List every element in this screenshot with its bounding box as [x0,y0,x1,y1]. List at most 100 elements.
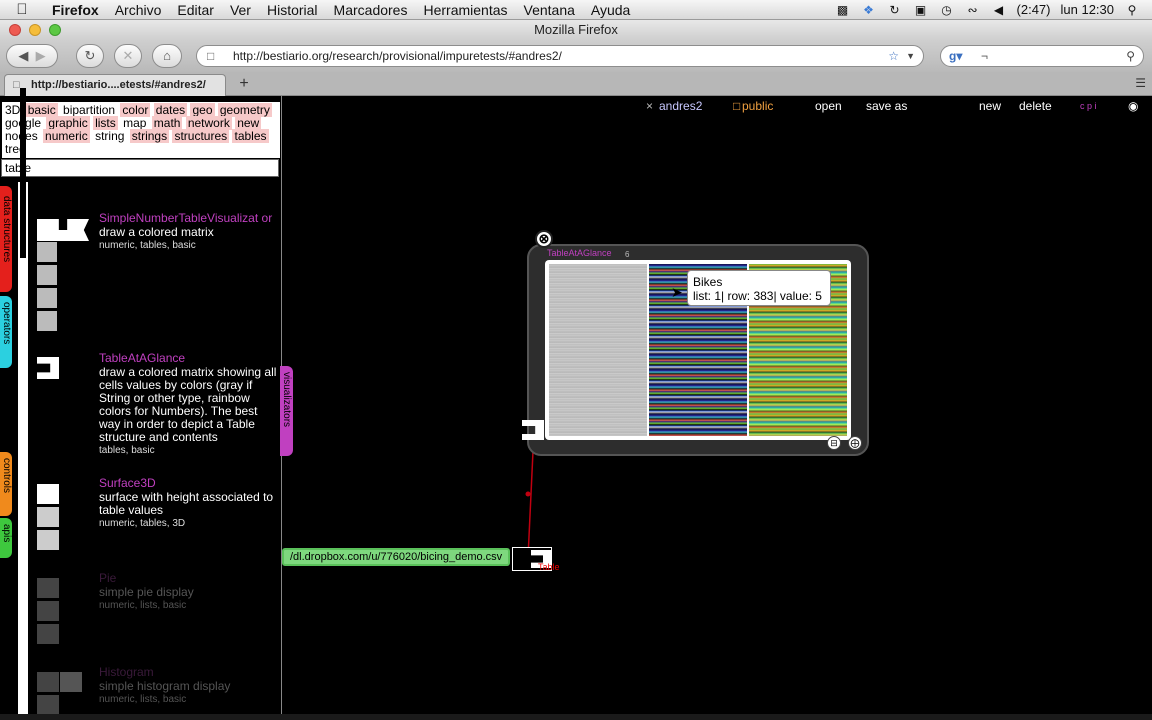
display-icon[interactable]: ▣ [913,3,929,17]
menu-firefox[interactable]: Firefox [44,2,107,18]
url-bar[interactable]: □ http://bestiario.org/research/provisio… [196,45,924,67]
menu-herramientas[interactable]: Herramientas [415,2,515,18]
eye-icon[interactable]: ◉ [1128,99,1138,113]
url-input-node[interactable]: /dl.dropbox.com/u/776020/bicing_demo.csv [282,548,510,566]
url-dropdown-icon[interactable]: ▼ [906,46,915,66]
resize-module-icon[interactable]: ⨁ [848,436,862,450]
menu-ayuda[interactable]: Ayuda [583,2,638,18]
module-tableataglance[interactable]: TableAtAGlance draw a colored matrix sho… [99,352,277,457]
module-scrollbar[interactable] [18,182,28,720]
clock[interactable]: lun 12:30 [1061,2,1115,17]
volume-icon[interactable]: ◀ [991,3,1007,17]
module-title: SimpleNumberTableVisualizat or [99,211,273,225]
search-bar[interactable]: g▾ ¬ ⚲ [940,45,1144,67]
module-instance-title: TableAtAGlance [547,248,612,258]
back-forward-buttons[interactable]: ◀ ▶ [6,44,58,68]
module-simplenumbertable[interactable]: SimpleNumberTableVisualizat or draw a co… [99,212,277,252]
new-button[interactable]: new [979,99,1001,113]
tab-current[interactable]: □ http://bestiario....etests/#andres2/ [4,74,226,96]
tag-string[interactable]: string [93,129,126,143]
forward-arrow-icon[interactable]: ▶ [36,48,46,63]
new-tab-button[interactable]: + [232,74,256,94]
module-pie[interactable]: Pie simple pie display numeric, lists, b… [99,572,277,612]
sync-icon[interactable]: ↻ [887,3,903,17]
bookmark-star-icon[interactable]: ☆ [888,46,899,66]
module-description: simple pie display [99,585,194,599]
module-search-input[interactable]: table [1,159,279,177]
tag-network[interactable]: network [185,116,232,130]
module-description: simple histogram display [99,679,231,693]
sidetab-controls[interactable]: controls [0,452,12,516]
time-machine-icon[interactable]: ◷ [939,3,955,17]
zoom-window-button[interactable] [49,24,61,36]
module-title: TableAtAGlance [99,351,186,365]
apple-menu-icon[interactable]:  [0,1,44,18]
minimize-window-button[interactable] [29,24,41,36]
menu-archivo[interactable]: Archivo [107,2,170,18]
sidetab-data-structures[interactable]: data structures [0,186,12,292]
menu-historial[interactable]: Historial [259,2,326,18]
tab-page-icon: □ [13,79,20,91]
delete-button[interactable]: delete [1019,99,1052,113]
spotlight-icon[interactable]: ⚲ [1124,3,1140,17]
sidetab-apis[interactable]: apis [0,518,12,558]
battery-status[interactable]: (2:47) [1017,2,1051,17]
search-icon[interactable]: ⚲ [1126,46,1135,66]
tag-geo[interactable]: geo [190,103,215,117]
module-histogram[interactable]: Histogram simple histogram display numer… [99,666,277,706]
public-checkbox[interactable]: □ [733,99,740,113]
sidetab-apis-label: apis [1,524,12,543]
home-button[interactable]: ⌂ [152,44,182,68]
tag-math[interactable]: math [151,116,183,130]
tag-geometry[interactable]: geometry [217,103,272,117]
tag-map[interactable]: map [121,116,148,130]
open-button[interactable]: open [815,99,842,113]
dropbox-icon[interactable]: ❖ [861,3,877,17]
sidetab-operators[interactable]: operators [0,296,12,368]
tab-label: http://bestiario....etests/#andres2/ [31,79,206,91]
sidetab-controls-label: controls [1,458,12,494]
tag-color[interactable]: color [120,103,151,117]
project-name[interactable]: andres2 [659,99,702,113]
save-as-button[interactable]: save as [866,99,907,113]
module-tags: tables, basic [99,445,155,456]
tag-graphic[interactable]: graphic [46,116,90,130]
stop-button[interactable]: ✕ [114,44,142,68]
back-arrow-icon[interactable]: ◀ [18,48,28,63]
tag-structures[interactable]: structures [172,129,230,143]
close-window-button[interactable] [9,24,21,36]
menu-editar[interactable]: Editar [169,2,222,18]
module-tags: numeric, tables, basic [99,240,196,251]
tag-new[interactable]: new [235,116,262,130]
module-surface3d[interactable]: Surface3D surface with height associated… [99,477,277,530]
close-module-button[interactable]: ⊗ [535,230,553,248]
tag-tables[interactable]: tables [232,129,269,143]
public-label[interactable]: public [742,99,773,113]
tag-dates[interactable]: dates [153,103,188,117]
google-icon[interactable]: g▾ [949,46,962,66]
tag-lists[interactable]: lists [93,116,118,130]
tag-numeric[interactable]: numeric [43,129,90,143]
cpi-toggle[interactable]: c p i [1080,101,1097,111]
module-instance-index: 6 [625,250,630,259]
tooltip-body: list: 1| row: 383| value: 5 [693,289,822,303]
menu-marcadores[interactable]: Marcadores [326,2,416,18]
camera-icon[interactable]: ▩ [835,3,851,17]
sidetab-visualizators[interactable]: visualizators [280,366,293,456]
menu-ventana[interactable]: Ventana [516,2,583,18]
reload-button[interactable]: ↻ [76,44,104,68]
tab-list-icon[interactable]: ☰ [1135,76,1146,90]
tag-basic[interactable]: basic [25,103,58,117]
module-title: Pie [99,571,117,585]
minimize-module-icon[interactable]: ⊟ [827,436,841,450]
module-scrollbar-thumb[interactable] [20,88,26,258]
tooltip-title: Bikes [693,275,723,289]
window-title: Mozilla Firefox [534,22,618,37]
tag-bipartition[interactable]: bipartition [61,103,117,117]
tag-strings[interactable]: strings [129,129,170,143]
menu-ver[interactable]: Ver [222,2,259,18]
wifi-icon[interactable]: ∾ [965,3,981,17]
table-output-label: Table [538,562,560,572]
close-project-button[interactable]: × [646,99,653,113]
module-description: draw a colored matrix [99,225,214,239]
